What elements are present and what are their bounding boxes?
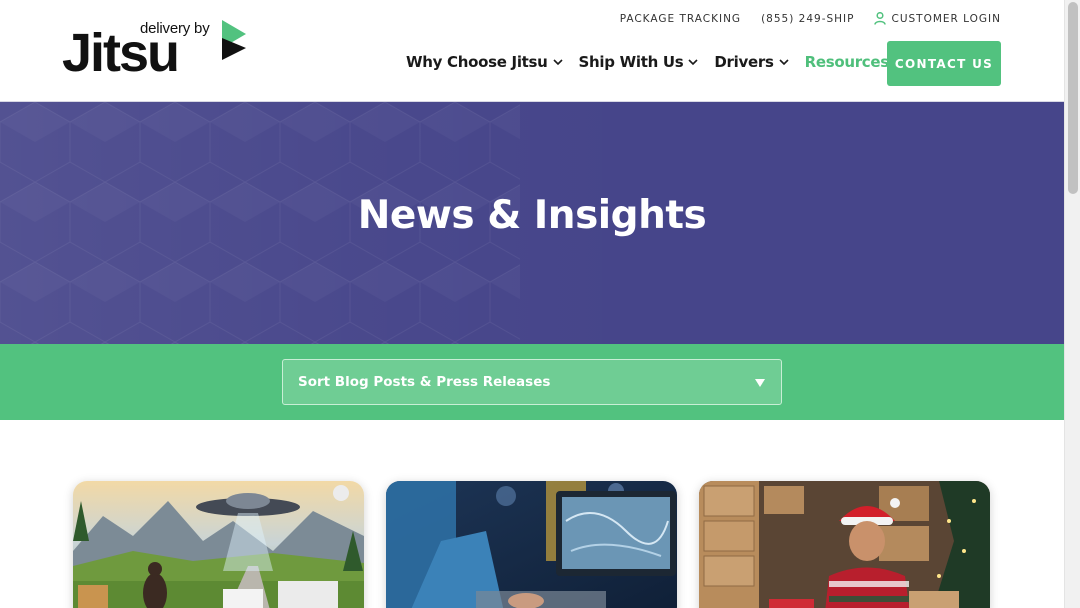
user-icon: [874, 12, 887, 25]
nav-label: Resources: [804, 53, 890, 71]
package-tracking-label: PACKAGE TRACKING: [619, 12, 742, 25]
nav-why-choose-jitsu[interactable]: Why Choose Jitsu: [406, 53, 563, 71]
customer-login-label: CUSTOMER LOGIN: [891, 12, 1001, 25]
contact-us-button[interactable]: CONTACT US: [887, 41, 1001, 86]
site-header: delivery by Jitsu PACKAGE TRACKING (855)…: [0, 0, 1064, 102]
hero-banner: News & Insights: [0, 102, 1064, 344]
nav-drivers[interactable]: Drivers: [714, 53, 789, 71]
chevron-down-icon: [552, 58, 563, 65]
chevron-down-icon: [779, 58, 789, 65]
sort-posts-select[interactable]: Sort Blog Posts & Press Releases: [282, 359, 782, 405]
package-tracking-link[interactable]: PACKAGE TRACKING: [620, 13, 741, 25]
main-nav: Why Choose Jitsu Ship With Us Drivers Re…: [406, 53, 904, 71]
post-card[interactable]: [386, 481, 677, 608]
logo-chevron-icon: [222, 20, 246, 60]
chevron-down-icon: [688, 58, 698, 65]
page-scrollbar[interactable]: [1064, 0, 1080, 608]
post-card[interactable]: [699, 481, 990, 608]
caret-down-icon: [755, 379, 765, 387]
nav-label: Ship With Us: [578, 53, 684, 71]
jitsu-logo[interactable]: delivery by Jitsu: [62, 18, 252, 80]
post-card-image: [73, 481, 364, 608]
scrollbar-thumb[interactable]: [1068, 2, 1078, 194]
sort-band: Sort Blog Posts & Press Releases: [0, 344, 1064, 420]
posts-grid: [0, 420, 1064, 608]
nav-ship-with-us[interactable]: Ship With Us: [579, 53, 699, 71]
nav-label: Why Choose Jitsu: [406, 53, 548, 71]
nav-label: Drivers: [714, 53, 774, 71]
customer-login-link[interactable]: CUSTOMER LOGIN: [874, 12, 1001, 25]
page-title: News & Insights: [357, 193, 707, 238]
logo-wordmark: Jitsu: [62, 23, 180, 83]
phone-label: (855) 249-SHIP: [761, 12, 855, 25]
phone-link[interactable]: (855) 249-SHIP: [761, 13, 854, 25]
post-card[interactable]: [73, 481, 364, 608]
post-card-image: [386, 481, 677, 608]
sort-select-label: Sort Blog Posts & Press Releases: [298, 374, 551, 390]
utility-nav: PACKAGE TRACKING (855) 249-SHIP CUSTOMER…: [620, 12, 1001, 25]
post-card-image: [699, 481, 990, 608]
